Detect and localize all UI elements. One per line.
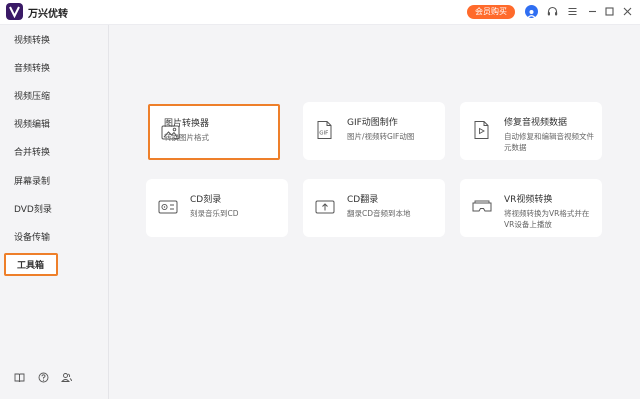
help-icon[interactable] bbox=[38, 372, 49, 383]
cd-burn-icon bbox=[158, 200, 178, 214]
minimize-icon[interactable] bbox=[586, 5, 599, 18]
tool-title: 修复音视频数据 bbox=[504, 118, 568, 128]
headset-icon[interactable] bbox=[546, 5, 559, 18]
tool-title: 图片转换器 bbox=[164, 119, 210, 129]
tool-description: 自动修复和编辑音视频文件元数据 bbox=[504, 132, 594, 152]
book-icon[interactable] bbox=[14, 372, 25, 383]
tool-card-gif-maker[interactable]: GIF GIF动图制作 图片/视频转GIF动图 bbox=[303, 102, 445, 160]
title-bar: 万兴优转 会员购买 bbox=[0, 0, 640, 25]
tool-description: 翻录CD音频到本地 bbox=[347, 209, 411, 218]
vr-icon bbox=[472, 200, 492, 212]
tool-description: 将视频转换为VR格式并在VR设备上播放 bbox=[504, 209, 590, 229]
svg-text:GIF: GIF bbox=[319, 131, 328, 137]
user-group-icon[interactable] bbox=[61, 372, 72, 383]
tool-title: CD翻录 bbox=[347, 195, 379, 205]
sidebar-item-toolbox[interactable]: 工具箱 bbox=[4, 253, 58, 276]
app-logo-icon bbox=[6, 3, 23, 20]
sidebar-item-dvd-burn[interactable]: DVD刻录 bbox=[0, 199, 100, 221]
tool-description: 图片/视频转GIF动图 bbox=[347, 132, 415, 141]
gif-icon: GIF bbox=[317, 121, 332, 139]
menu-icon[interactable] bbox=[566, 5, 579, 18]
toolbox-panel: 图片转换器 转换图片格式 GIF GIF动图制作 图片/视频转GIF动图 修复音… bbox=[109, 25, 640, 399]
maximize-icon[interactable] bbox=[603, 5, 616, 18]
cd-rip-icon bbox=[315, 200, 335, 214]
sidebar: 视频转换 音频转换 视频压缩 视频编辑 合并转换 屏幕录制 DVD刻录 设备传输… bbox=[0, 25, 109, 399]
vip-purchase-button[interactable]: 会员购买 bbox=[467, 5, 515, 19]
tool-card-cd-burner[interactable]: CD刻录 刻录音乐到CD bbox=[146, 179, 288, 237]
user-avatar-icon[interactable] bbox=[525, 5, 538, 18]
tool-description: 转换图片格式 bbox=[164, 133, 209, 142]
sidebar-item-device-transfer[interactable]: 设备传输 bbox=[0, 227, 100, 249]
sidebar-item-screen-record[interactable]: 屏幕录制 bbox=[0, 171, 100, 193]
sidebar-item-video-edit[interactable]: 视频编辑 bbox=[0, 114, 100, 136]
tool-card-cd-ripper[interactable]: CD翻录 翻录CD音频到本地 bbox=[303, 179, 445, 237]
tool-card-fix-metadata[interactable]: 修复音视频数据 自动修复和编辑音视频文件元数据 bbox=[460, 102, 602, 160]
tool-card-vr-converter[interactable]: VR视频转换 将视频转换为VR格式并在VR设备上播放 bbox=[460, 179, 602, 237]
video-fix-icon bbox=[474, 121, 489, 139]
sidebar-item-video-compress[interactable]: 视频压缩 bbox=[0, 86, 100, 108]
tool-card-image-converter[interactable]: 图片转换器 转换图片格式 bbox=[148, 104, 280, 160]
tool-title: VR视频转换 bbox=[504, 195, 553, 205]
close-icon[interactable] bbox=[621, 5, 634, 18]
tool-title: GIF动图制作 bbox=[347, 118, 398, 128]
sidebar-item-merge-convert[interactable]: 合并转换 bbox=[0, 142, 100, 164]
tool-title: CD刻录 bbox=[190, 195, 222, 205]
app-title: 万兴优转 bbox=[28, 9, 68, 20]
tool-description: 刻录音乐到CD bbox=[190, 209, 239, 218]
sidebar-item-audio-convert[interactable]: 音频转换 bbox=[0, 58, 100, 80]
sidebar-item-video-convert[interactable]: 视频转换 bbox=[0, 30, 100, 52]
